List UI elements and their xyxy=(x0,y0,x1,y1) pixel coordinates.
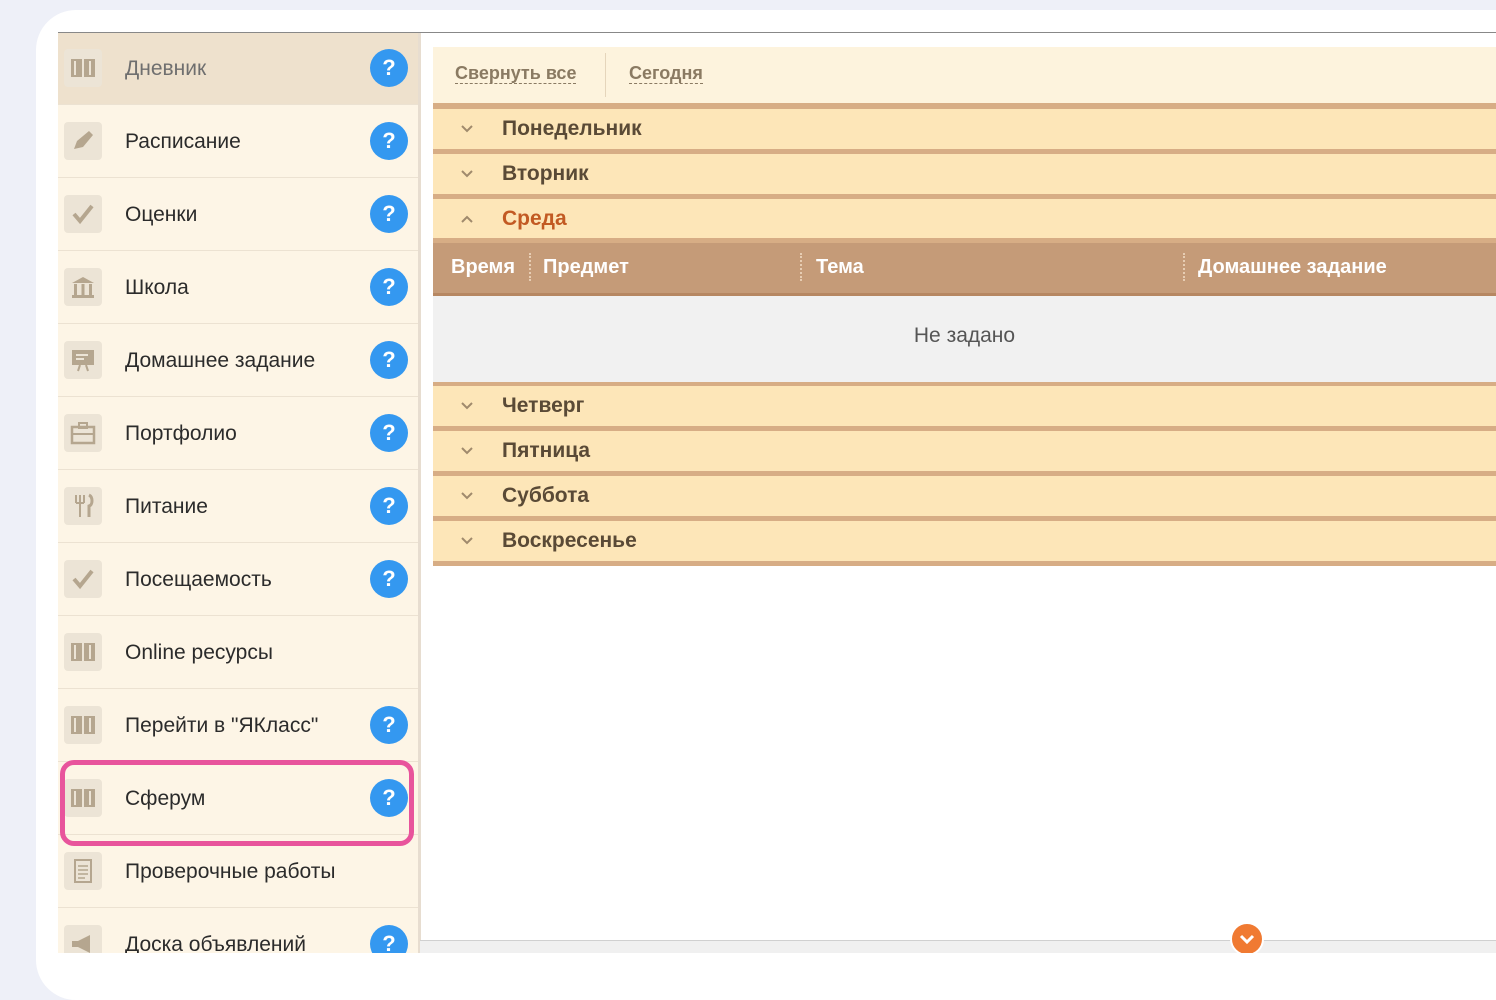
column-header-time: Время xyxy=(451,256,515,278)
chevron-down-icon xyxy=(457,484,477,508)
sidebar-item-tests[interactable]: Проверочные работы xyxy=(58,836,418,908)
sidebar-item-label: Доска объявлений xyxy=(125,932,306,954)
book-icon xyxy=(64,49,102,87)
sidebar-item-meals[interactable]: Питание ? xyxy=(58,471,418,543)
sidebar-item-online-resources[interactable]: Online ресурсы xyxy=(58,617,418,689)
sidebar-item-label: Портфолио xyxy=(125,421,237,445)
sidebar-item-portfolio[interactable]: Портфолио ? xyxy=(58,398,418,470)
day-label: Понедельник xyxy=(502,117,642,140)
briefcase-icon xyxy=(64,414,102,452)
scroll-down-button[interactable] xyxy=(1230,922,1264,953)
help-button[interactable]: ? xyxy=(370,414,408,452)
chevron-up-icon xyxy=(457,207,477,231)
chevron-down-icon xyxy=(457,529,477,553)
chalkboard-icon xyxy=(64,341,102,379)
help-button[interactable]: ? xyxy=(370,487,408,525)
help-button[interactable]: ? xyxy=(370,49,408,87)
sidebar-item-label: Питание xyxy=(125,494,208,518)
day-row-sunday[interactable]: Воскресенье xyxy=(433,521,1496,566)
pencil-icon xyxy=(64,122,102,160)
sidebar-item-label: Проверочные работы xyxy=(125,859,336,883)
day-row-thursday[interactable]: Четверг xyxy=(433,386,1496,431)
megaphone-icon xyxy=(64,925,102,953)
chevron-down-icon xyxy=(457,117,477,141)
day-label: Среда xyxy=(502,207,567,230)
school-building-icon xyxy=(64,268,102,306)
sidebar-item-attendance[interactable]: Посещаемость ? xyxy=(58,544,418,616)
chevron-down-icon xyxy=(457,394,477,418)
toolbar-divider xyxy=(605,53,606,97)
sidebar-item-diary[interactable]: Дневник ? xyxy=(58,33,418,105)
day-label: Суббота xyxy=(502,484,590,507)
sidebar-item-label: Оценки xyxy=(125,202,198,226)
chevron-down-icon xyxy=(457,162,477,186)
sidebar-item-bulletin-board[interactable]: Доска объявлений ? xyxy=(58,909,418,953)
sidebar: Дневник ? Расписание ? Оценки ? Школа ? xyxy=(58,33,421,953)
chevron-down-icon xyxy=(457,439,477,463)
checkmark-icon xyxy=(64,560,102,598)
sidebar-item-label: Online ресурсы xyxy=(125,640,273,664)
column-header-homework: Домашнее задание xyxy=(1198,256,1387,278)
column-divider xyxy=(1183,253,1185,281)
bottom-bar xyxy=(420,940,1496,953)
empty-message: Не задано xyxy=(913,324,1016,347)
book-icon xyxy=(64,633,102,671)
fork-knife-icon xyxy=(64,487,102,525)
collapse-all-link[interactable]: Свернуть все xyxy=(455,63,577,84)
column-divider xyxy=(800,253,802,281)
day-row-saturday[interactable]: Суббота xyxy=(433,476,1496,521)
sidebar-item-label: Домашнее задание xyxy=(125,348,316,372)
day-label: Пятница xyxy=(502,439,591,462)
diary-toolbar: Свернуть все Сегодня xyxy=(433,47,1496,104)
chevron-down-icon xyxy=(1239,934,1255,945)
sidebar-item-yaklass[interactable]: Перейти в "ЯКласс" ? xyxy=(58,690,418,762)
day-label: Воскресенье xyxy=(502,529,637,552)
help-button[interactable]: ? xyxy=(370,122,408,160)
sidebar-item-label: Перейти в "ЯКласс" xyxy=(125,713,319,737)
book-icon xyxy=(64,706,102,744)
day-row-monday[interactable]: Понедельник xyxy=(433,109,1496,154)
day-row-friday[interactable]: Пятница xyxy=(433,431,1496,476)
diary-screen: Дневник ? Расписание ? Оценки ? Школа ? xyxy=(58,32,1496,953)
help-button[interactable]: ? xyxy=(370,925,408,953)
help-button[interactable]: ? xyxy=(370,706,408,744)
sidebar-item-label: Расписание xyxy=(125,129,241,153)
day-row-tuesday[interactable]: Вторник xyxy=(433,154,1496,199)
sidebar-item-label: Школа xyxy=(125,275,189,299)
sidebar-item-schedule[interactable]: Расписание ? xyxy=(58,106,418,178)
column-header-subject: Предмет xyxy=(543,256,629,278)
today-link[interactable]: Сегодня xyxy=(629,63,703,84)
sidebar-item-label: Посещаемость xyxy=(125,567,272,591)
checkmark-icon xyxy=(64,195,102,233)
sidebar-item-label: Дневник xyxy=(125,56,207,80)
help-button[interactable]: ? xyxy=(370,341,408,379)
sferum-highlight-frame xyxy=(60,760,414,846)
lessons-table-header: Время Предмет Тема Домашнее задание xyxy=(433,243,1496,296)
sidebar-item-grades[interactable]: Оценки ? xyxy=(58,179,418,251)
help-button[interactable]: ? xyxy=(370,560,408,598)
day-row-wednesday[interactable]: Среда xyxy=(433,199,1496,243)
help-button[interactable]: ? xyxy=(370,268,408,306)
sidebar-item-homework[interactable]: Домашнее задание ? xyxy=(58,325,418,397)
sidebar-item-school[interactable]: Школа ? xyxy=(58,252,418,324)
document-icon xyxy=(64,852,102,890)
column-divider xyxy=(529,253,531,281)
column-header-topic: Тема xyxy=(816,256,864,278)
day-label: Четверг xyxy=(502,394,585,417)
help-button[interactable]: ? xyxy=(370,195,408,233)
day-label: Вторник xyxy=(502,162,589,185)
lessons-empty-state: Не задано xyxy=(433,296,1496,384)
